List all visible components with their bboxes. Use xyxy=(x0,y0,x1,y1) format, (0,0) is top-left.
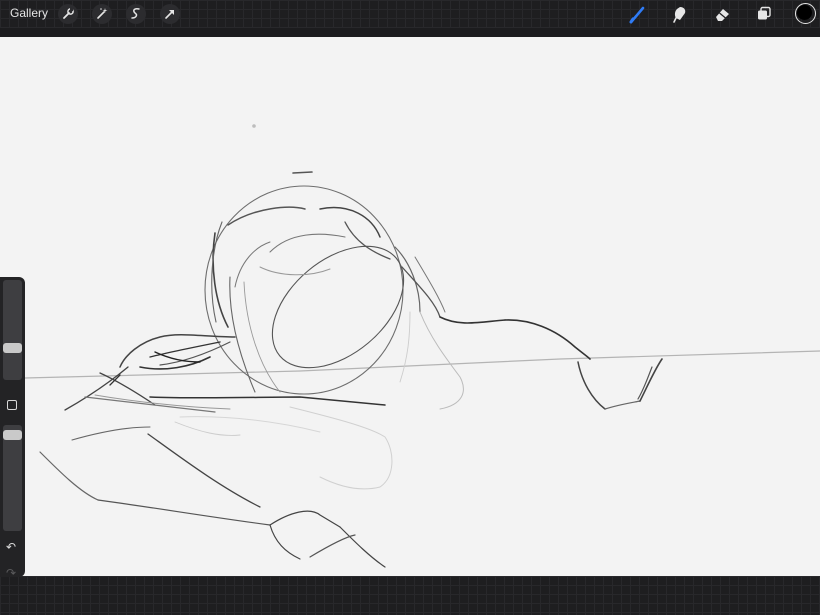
layers-icon[interactable] xyxy=(754,4,774,24)
brush-icon[interactable] xyxy=(628,4,648,24)
brush-size-thumb[interactable] xyxy=(3,343,22,353)
current-color-fill xyxy=(797,5,812,20)
wrench-icon[interactable] xyxy=(58,4,78,24)
modify-square-icon[interactable] xyxy=(7,400,17,410)
color-swatch[interactable] xyxy=(795,3,816,24)
smudge-icon[interactable] xyxy=(670,4,690,24)
undo-icon[interactable]: ↶ xyxy=(6,541,16,553)
brush-size-slider[interactable] xyxy=(3,280,22,380)
drawing-canvas[interactable] xyxy=(0,37,820,576)
opacity-thumb[interactable] xyxy=(3,430,22,440)
selection-icon[interactable] xyxy=(126,4,146,24)
gallery-button[interactable]: Gallery xyxy=(10,6,48,20)
redo-icon[interactable]: ↷ xyxy=(6,567,16,579)
top-toolbar: Gallery xyxy=(0,0,820,28)
opacity-slider[interactable] xyxy=(3,425,22,531)
transform-arrow-icon[interactable] xyxy=(160,4,180,24)
left-sidebar: ↶ ↷ xyxy=(0,277,25,579)
sketch-strokes xyxy=(24,124,820,568)
bottom-bar xyxy=(0,576,820,615)
magic-wand-icon[interactable] xyxy=(92,4,112,24)
eraser-icon[interactable] xyxy=(712,4,732,24)
